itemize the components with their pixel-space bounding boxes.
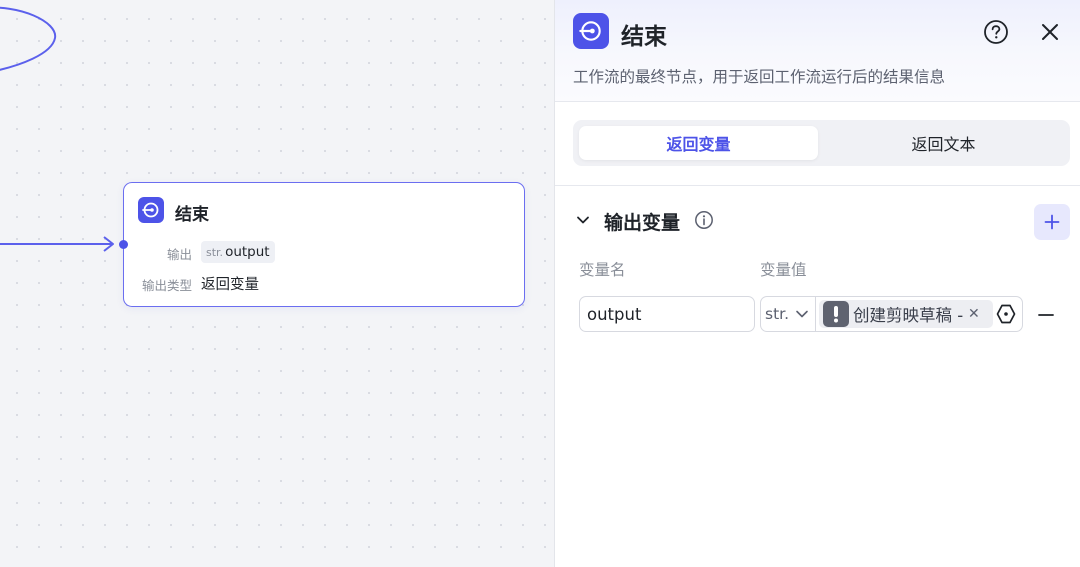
variable-name-input[interactable] bbox=[579, 296, 755, 332]
question-circle-icon bbox=[984, 20, 1008, 44]
variable-picker-button[interactable] bbox=[995, 303, 1017, 325]
variable-reference-chip[interactable]: 创建剪映草稿 - output ✕ bbox=[819, 300, 993, 328]
panel-description: 工作流的最终节点，用于返回工作流运行后的结果信息 bbox=[573, 68, 946, 86]
output-label: 输出 bbox=[166, 247, 192, 262]
section-title: 输出变量 bbox=[604, 212, 681, 234]
info-icon[interactable] bbox=[694, 210, 714, 230]
exclamation-icon bbox=[823, 301, 849, 327]
variable-value-field: str. 创建剪映草稿 - output ✕ bbox=[760, 296, 1023, 332]
output-type-value: 返回变量 bbox=[201, 277, 259, 293]
close-button[interactable] bbox=[1037, 19, 1063, 45]
add-variable-button[interactable] bbox=[1034, 204, 1070, 240]
end-node-icon bbox=[573, 13, 609, 49]
input-handle[interactable] bbox=[119, 240, 128, 249]
column-header-name: 变量名 bbox=[579, 261, 626, 279]
chevron-down-icon[interactable] bbox=[575, 212, 591, 228]
loop-edge[interactable] bbox=[0, 6, 57, 72]
variable-picker-icon bbox=[996, 304, 1016, 324]
tab-return-text[interactable]: 返回文本 bbox=[824, 126, 1063, 160]
end-node[interactable]: 结束 输出 str. output 输出类型 返回变量 bbox=[119, 182, 525, 307]
end-node-icon bbox=[138, 197, 164, 223]
column-header-value: 变量值 bbox=[760, 261, 807, 279]
return-mode-tabs: 返回变量 返回文本 bbox=[573, 120, 1070, 166]
variable-type-label: str. bbox=[765, 305, 790, 323]
chevron-down-icon bbox=[796, 310, 808, 318]
clear-x-icon[interactable]: ✕ bbox=[968, 306, 980, 322]
plus-icon bbox=[1044, 214, 1060, 230]
tab-return-variable[interactable]: 返回变量 bbox=[579, 126, 818, 160]
panel-header: 结束 工作流的最终节点，用于返回工作流运行后的结果信息 bbox=[555, 0, 1080, 102]
panel-title: 结束 bbox=[621, 24, 667, 50]
minus-icon bbox=[1038, 314, 1054, 316]
reference-label: 创建剪映草稿 - output bbox=[853, 306, 965, 325]
close-icon bbox=[1042, 24, 1058, 40]
divider bbox=[555, 185, 1080, 186]
node-config-panel: 结束 工作流的最终节点，用于返回工作流运行后的结果信息 返回变量 返回文本 输出… bbox=[554, 0, 1080, 567]
output-type-short: str. bbox=[206, 245, 224, 259]
variable-type-select[interactable]: str. bbox=[761, 297, 816, 331]
output-type-label: 输出类型 bbox=[141, 278, 192, 293]
help-button[interactable] bbox=[983, 19, 1009, 45]
remove-variable-button[interactable] bbox=[1035, 304, 1057, 326]
output-tag: str. output bbox=[201, 241, 275, 263]
workflow-canvas[interactable]: 结束 输出 str. output 输出类型 返回变量 bbox=[0, 0, 554, 567]
node-title: 结束 bbox=[175, 205, 209, 225]
output-name: output bbox=[225, 244, 270, 260]
